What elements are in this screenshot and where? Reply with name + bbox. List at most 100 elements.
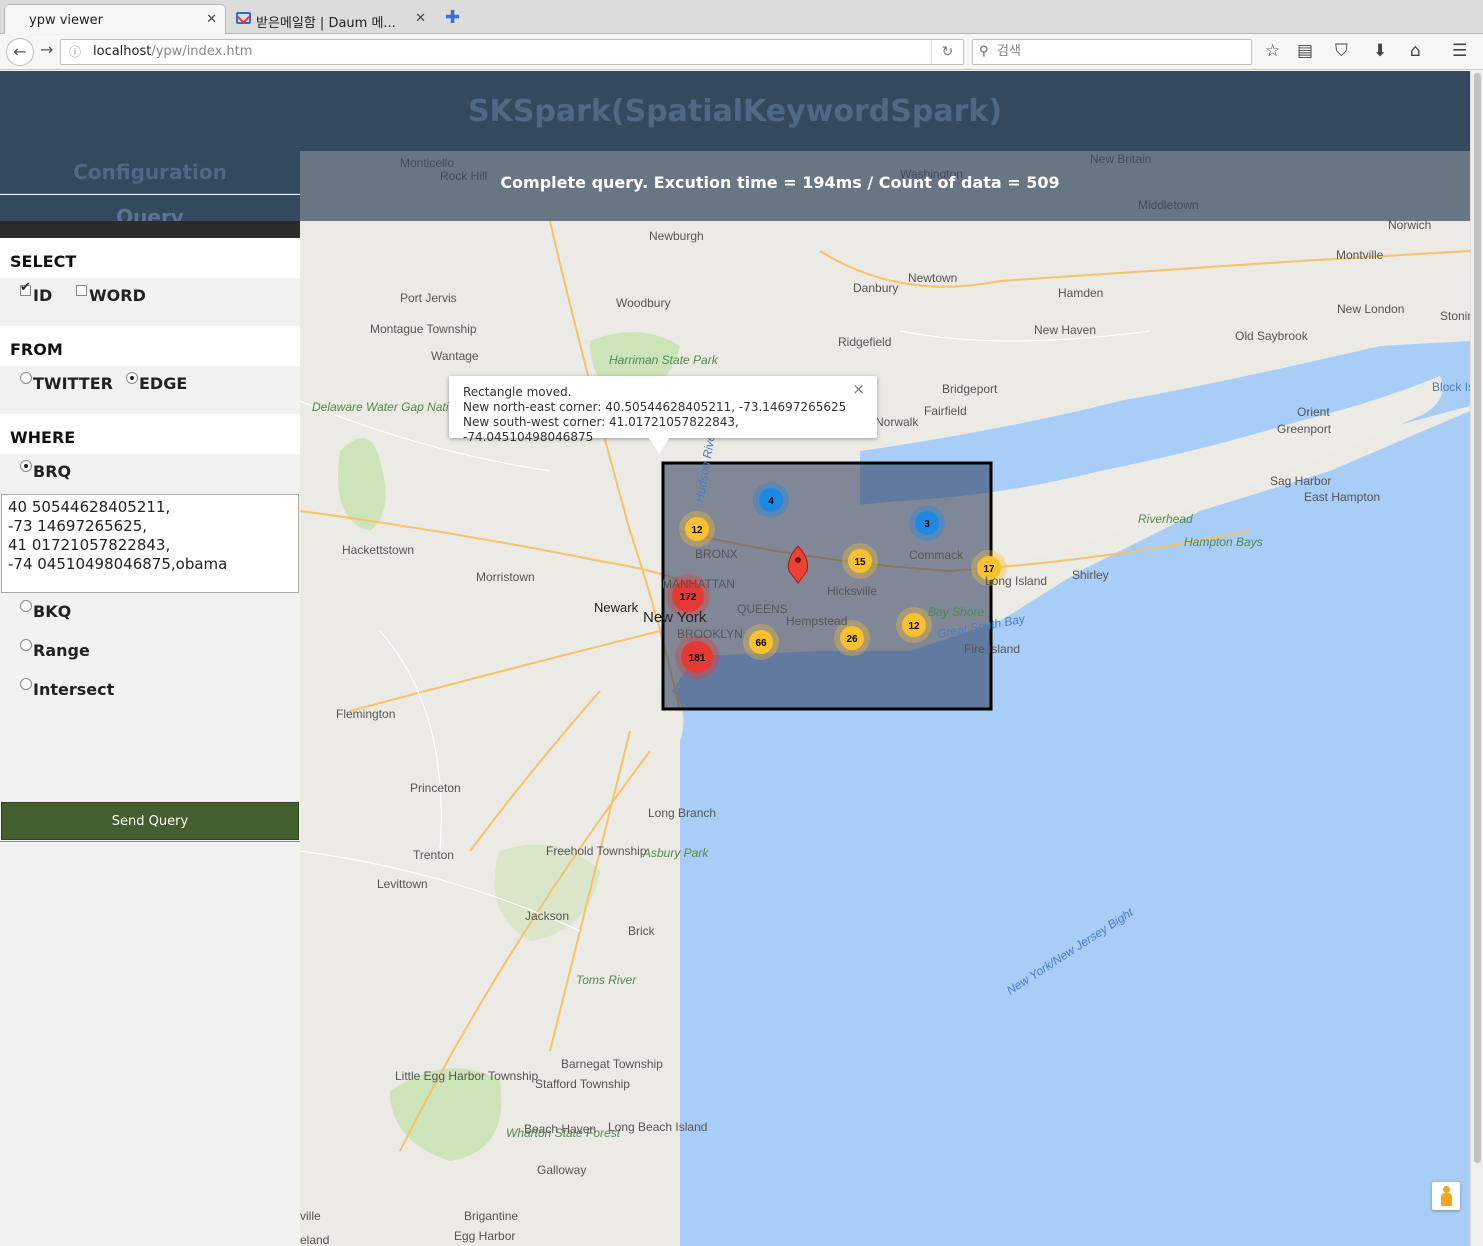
reload-icon[interactable]: ↻ bbox=[931, 40, 963, 64]
where-brq-radio[interactable]: BRQ bbox=[20, 460, 71, 481]
place-label: Hampton Bays bbox=[1184, 535, 1263, 549]
place-label: Stonington bbox=[1440, 309, 1470, 323]
place-label: Greenport bbox=[1277, 422, 1332, 436]
mail-icon bbox=[236, 12, 251, 24]
back-arrow-icon[interactable]: ← bbox=[6, 38, 34, 66]
place-label: Brick bbox=[628, 924, 656, 938]
place-label: Stafford Township bbox=[535, 1077, 630, 1091]
place-label: Orient bbox=[1297, 405, 1330, 419]
place-label: Toms River bbox=[576, 973, 637, 987]
scrollbar-thumb[interactable] bbox=[1474, 73, 1481, 1163]
place-label: Fire Island bbox=[964, 642, 1020, 656]
radio-unselected[interactable] bbox=[20, 372, 32, 384]
app-title: SKSpark(SpatialKeywordSpark) bbox=[467, 94, 1003, 129]
from-edge-radio[interactable]: EDGE bbox=[126, 372, 187, 393]
select-id-checkbox[interactable]: ID bbox=[20, 280, 52, 305]
pegman-head bbox=[1443, 1186, 1450, 1193]
cluster-marker[interactable]: 4 bbox=[753, 482, 789, 518]
place-label: Princeton bbox=[410, 781, 461, 795]
place-label: New London bbox=[1337, 302, 1404, 316]
place-label: Montville bbox=[1336, 248, 1384, 262]
cluster-marker[interactable]: 12 bbox=[679, 511, 715, 547]
place-label: Hackettstown bbox=[342, 543, 414, 557]
search-input[interactable]: ⚲ 검색 bbox=[972, 39, 1252, 65]
place-label: Little Egg Harbor Township bbox=[395, 1069, 539, 1083]
nav-query[interactable]: Query bbox=[0, 195, 300, 221]
place-label: Montague Township bbox=[370, 322, 477, 336]
place-label: Fairfield bbox=[924, 404, 967, 418]
where-query-textarea[interactable]: 40 50544628405211, -73 14697265625, 41 0… bbox=[1, 494, 299, 593]
place-label: BRONX bbox=[695, 547, 738, 561]
place-label: Harriman State Park bbox=[609, 353, 719, 367]
close-tab-icon[interactable]: ✕ bbox=[415, 11, 426, 26]
map-canvas[interactable]: 43121517172662612181 MonticelloRock Hill… bbox=[300, 151, 1470, 1246]
home-icon[interactable]: ⌂ bbox=[1410, 41, 1421, 61]
from-twitter-radio[interactable]: TWITTER bbox=[20, 372, 113, 393]
where-range-radio[interactable]: Range bbox=[20, 639, 90, 660]
pocket-icon[interactable]: ⛉ bbox=[1335, 41, 1348, 61]
radio-unselected[interactable] bbox=[20, 678, 32, 690]
place-label: Hempstead bbox=[786, 614, 847, 628]
bookmark-star-icon[interactable]: ☆ bbox=[1265, 41, 1280, 61]
street-view-pegman-icon[interactable] bbox=[1432, 1182, 1460, 1210]
reading-list-icon[interactable]: ▤ bbox=[1297, 41, 1313, 61]
place-label: eland bbox=[300, 1233, 329, 1246]
place-label: Norwalk bbox=[875, 415, 919, 429]
place-label: Galloway bbox=[537, 1163, 586, 1177]
menu-icon[interactable]: ☰ bbox=[1452, 41, 1467, 61]
checkbox-checked[interactable] bbox=[20, 280, 31, 296]
tab-ypw-viewer[interactable]: ypw viewer ✕ bbox=[4, 4, 226, 34]
radio-selected[interactable] bbox=[20, 460, 32, 472]
download-icon[interactable]: ⬇ bbox=[1373, 41, 1387, 61]
place-label: Egg Harbor bbox=[454, 1229, 515, 1243]
place-label: New York bbox=[643, 609, 707, 626]
nav-configuration[interactable]: Configuration bbox=[0, 151, 300, 194]
close-tab-icon[interactable]: ✕ bbox=[206, 12, 217, 27]
forward-arrow-icon[interactable]: → bbox=[40, 40, 53, 59]
where-bkq-radio[interactable]: BKQ bbox=[20, 600, 71, 621]
select-word-checkbox[interactable]: WORD bbox=[76, 285, 146, 305]
send-query-button[interactable]: Send Query bbox=[1, 802, 299, 840]
cluster-marker[interactable]: 181 bbox=[675, 635, 719, 679]
cluster-marker[interactable]: 12 bbox=[896, 607, 932, 643]
tab-title: ypw viewer bbox=[29, 13, 103, 28]
cluster-count: 66 bbox=[755, 638, 767, 649]
cluster-marker[interactable]: 66 bbox=[743, 624, 779, 660]
radio-selected[interactable] bbox=[126, 372, 138, 384]
place-label: Jackson bbox=[525, 909, 569, 923]
checkbox-unchecked[interactable] bbox=[76, 285, 87, 296]
cluster-marker[interactable]: 3 bbox=[909, 505, 945, 541]
place-label: Sag Harbor bbox=[1270, 474, 1331, 488]
tab-daum-mail[interactable]: 받은메일함 | Daum 메... ✕ bbox=[230, 4, 434, 34]
url-input[interactable]: ⓘ localhost/ypw/index.htm ↻ bbox=[60, 39, 964, 65]
place-label: Newburgh bbox=[649, 229, 704, 243]
place-label: Shirley bbox=[1072, 568, 1109, 582]
place-label: Danbury bbox=[853, 281, 898, 295]
cluster-count: 181 bbox=[689, 653, 706, 664]
cluster-count: 12 bbox=[908, 621, 920, 632]
place-label: Bridgeport bbox=[942, 382, 998, 396]
place-label: Wantage bbox=[431, 349, 479, 363]
place-label: New Haven bbox=[1034, 323, 1096, 337]
where-intersect-radio[interactable]: Intersect bbox=[20, 678, 114, 699]
map-view[interactable]: 43121517172662612181 MonticelloRock Hill… bbox=[300, 151, 1470, 1246]
section-where: WHERE bbox=[0, 414, 300, 454]
site-info-icon[interactable]: ⓘ bbox=[69, 40, 81, 64]
tab-title: 받은메일함 | Daum 메... bbox=[256, 16, 396, 31]
close-icon[interactable]: × bbox=[852, 382, 865, 397]
place-label: Ridgefield bbox=[838, 335, 891, 349]
place-label: Beach Haven bbox=[524, 1122, 596, 1136]
radio-unselected[interactable] bbox=[20, 600, 32, 612]
cluster-marker[interactable]: 15 bbox=[842, 543, 878, 579]
place-label: QUEENS bbox=[737, 602, 788, 616]
place-label: Port Jervis bbox=[400, 291, 457, 305]
vertical-scrollbar[interactable] bbox=[1470, 71, 1483, 1246]
place-label: Levittown bbox=[377, 877, 428, 891]
radio-unselected[interactable] bbox=[20, 639, 32, 651]
cluster-count: 3 bbox=[924, 519, 930, 530]
place-label: Newtown bbox=[908, 271, 957, 285]
rectangle-info-window: Rectangle moved. New north-east corner: … bbox=[449, 376, 877, 454]
place-label: East Hampton bbox=[1304, 490, 1380, 504]
new-tab-icon[interactable]: ✚ bbox=[445, 7, 460, 28]
place-label: MANHATTAN bbox=[662, 577, 735, 591]
